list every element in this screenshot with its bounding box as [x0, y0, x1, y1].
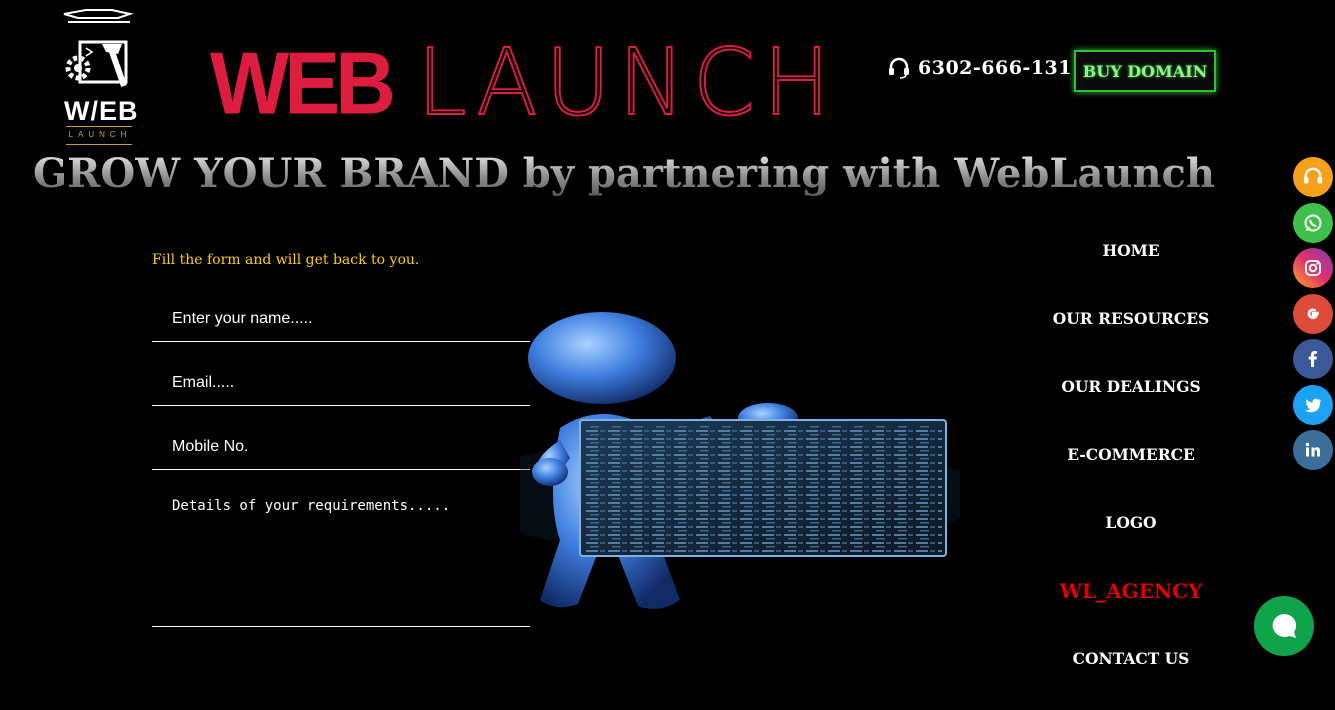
logo-divider — [66, 126, 132, 127]
logo-text: W/EB — [64, 96, 139, 126]
linkedin-icon — [1305, 442, 1320, 457]
logo-divider — [66, 144, 132, 145]
buy-domain-button[interactable]: BUY DOMAIN — [1074, 50, 1216, 92]
google-icon — [1307, 307, 1319, 319]
whatsapp-icon — [1304, 214, 1322, 231]
phone-contact[interactable]: 6302-666-131 — [888, 57, 1072, 79]
hero-figure-image — [460, 300, 980, 620]
form-intro-text: Fill the form and will get back to you. — [152, 252, 420, 268]
name-input[interactable] — [152, 296, 530, 342]
brand-wordmark: WEB LAUNCH — [210, 29, 851, 136]
instagram-button[interactable] — [1293, 248, 1333, 288]
linkedin-button[interactable] — [1293, 430, 1333, 470]
brand-word-web: WEB — [210, 33, 396, 133]
requirements-textarea[interactable] — [152, 490, 530, 627]
brand-word-launch: LAUNCH — [416, 29, 838, 136]
phone-number: 6302-666-131 — [918, 57, 1072, 79]
headset-icon — [889, 57, 909, 79]
twitter-icon — [1305, 398, 1321, 412]
support-button[interactable] — [1293, 157, 1333, 197]
nav-item-contact-us[interactable]: CONTACT US — [1040, 642, 1222, 710]
logo-gear-hammer-icon — [63, 9, 134, 87]
headset-icon — [1303, 167, 1323, 184]
nav-item-our-dealings[interactable]: OUR DEALINGS — [1040, 370, 1222, 438]
facebook-icon — [1308, 351, 1317, 367]
facebook-button[interactable] — [1293, 339, 1333, 379]
social-sidebar — [1293, 157, 1333, 476]
mobile-input[interactable] — [152, 424, 530, 470]
chat-widget-button[interactable] — [1254, 596, 1314, 656]
nav-item-logo[interactable]: LOGO — [1040, 506, 1222, 574]
nav-item-our-resources[interactable]: OUR RESOURCES — [1040, 302, 1222, 370]
nav-item-wl-agency[interactable]: WL_AGENCY — [1040, 574, 1222, 642]
instagram-icon — [1305, 260, 1321, 276]
logo-subtext: LAUNCH — [68, 130, 132, 139]
main-nav: HOME OUR RESOURCES OUR DEALINGS E-COMMER… — [1040, 234, 1222, 710]
twitter-button[interactable] — [1293, 384, 1333, 425]
email-input[interactable] — [152, 360, 530, 406]
site-logo[interactable]: W/EB LAUNCH — [58, 4, 142, 146]
google-button[interactable] — [1293, 293, 1333, 334]
whatsapp-button[interactable] — [1293, 202, 1333, 243]
page-tagline: GROW YOUR BRAND by partnering with WebLa… — [33, 150, 1215, 197]
nav-item-e-commerce[interactable]: E-COMMERCE — [1040, 438, 1222, 506]
nav-item-home[interactable]: HOME — [1040, 234, 1222, 302]
chat-bubble-icon — [1272, 613, 1297, 638]
